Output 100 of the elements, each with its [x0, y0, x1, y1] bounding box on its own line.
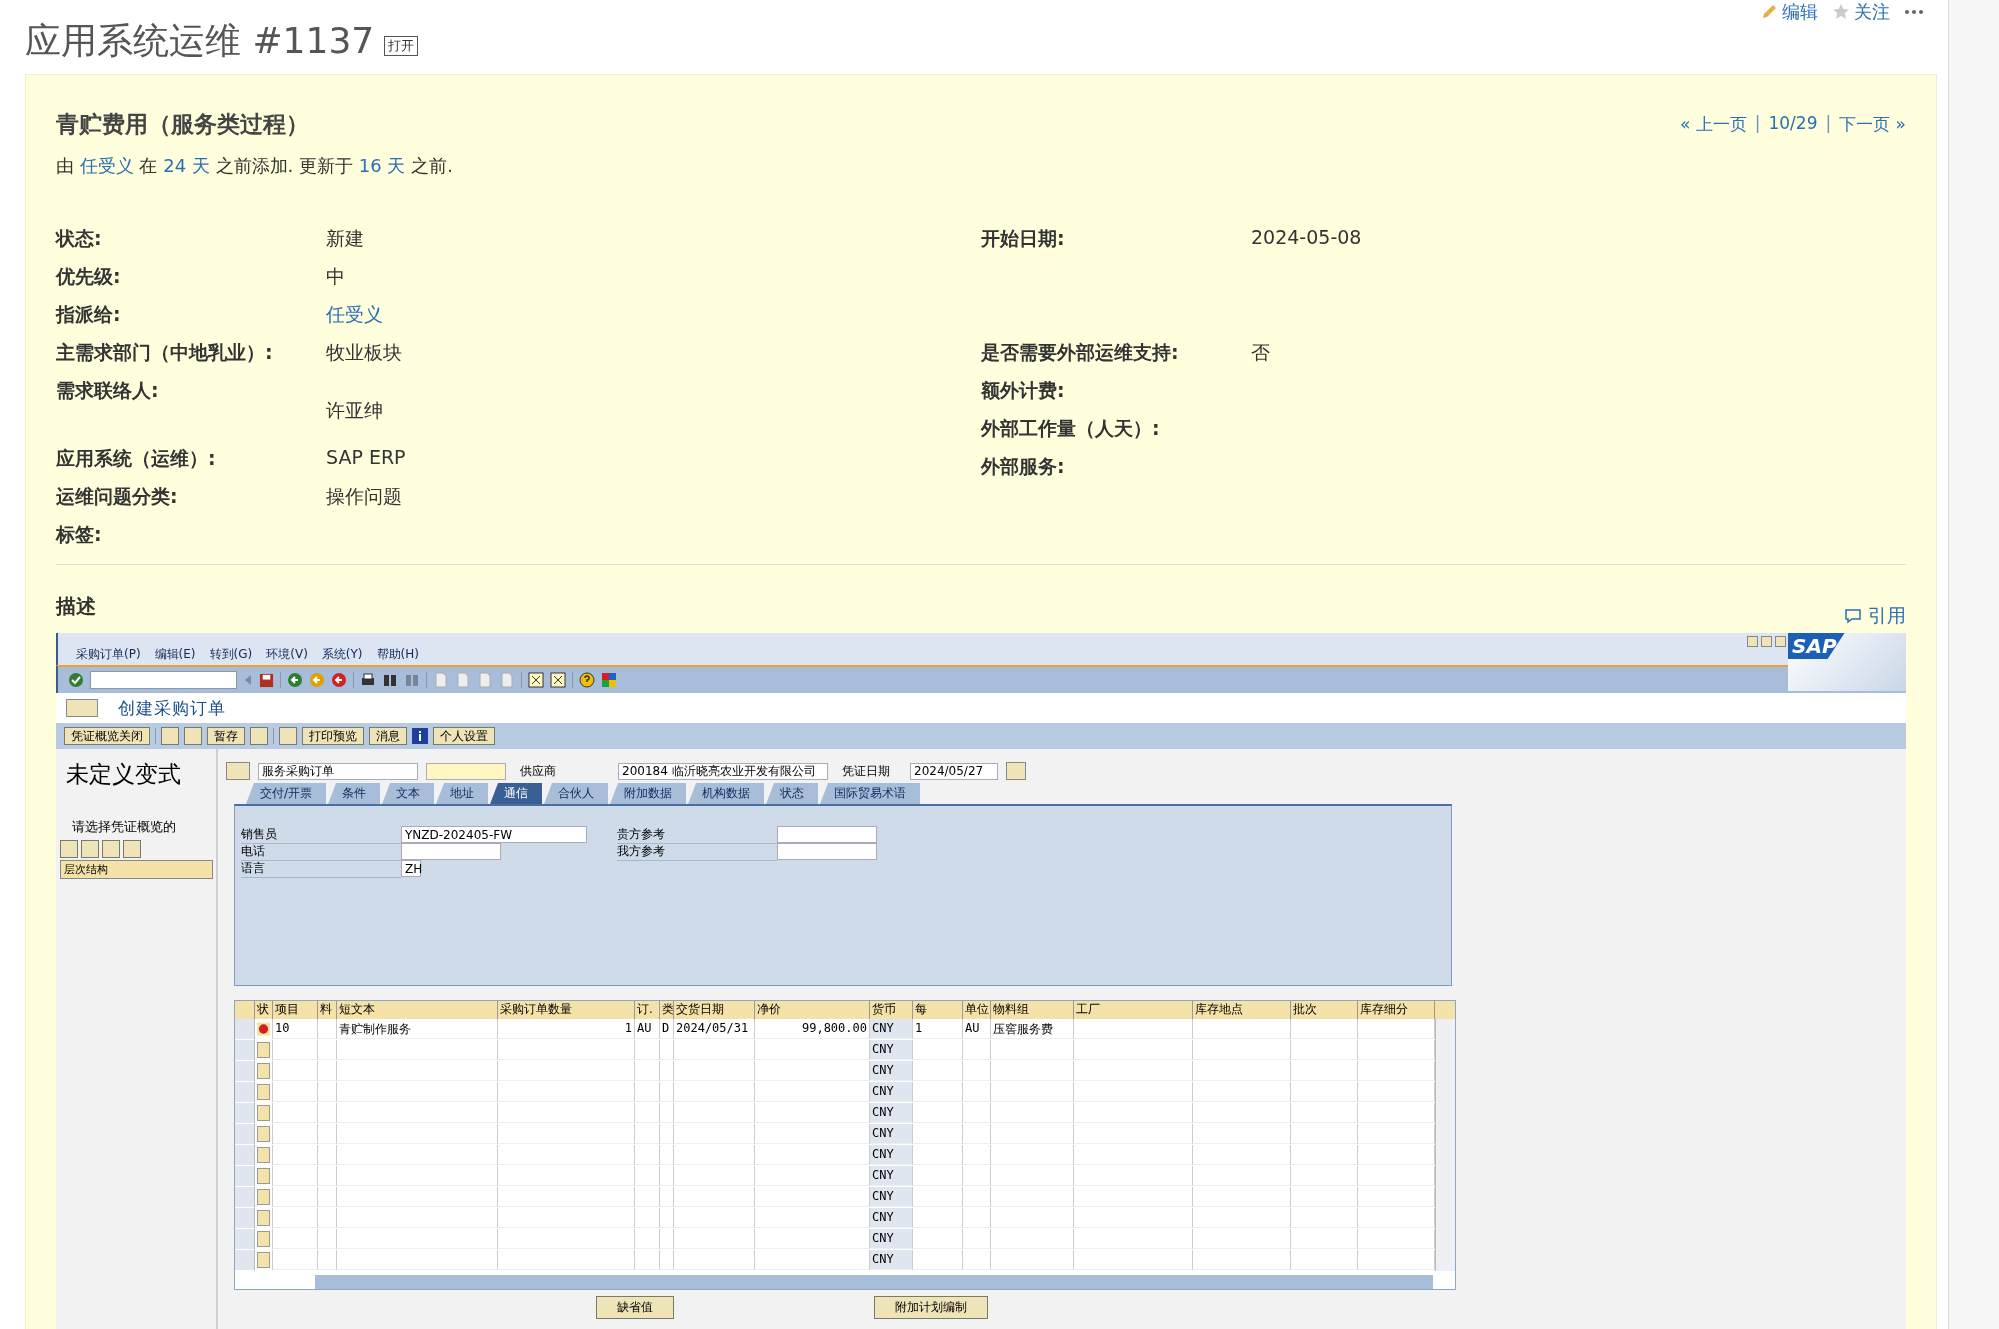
- more-icon[interactable]: [1904, 9, 1924, 15]
- cancel-icon[interactable]: [331, 672, 347, 688]
- pager-link[interactable]: « 上一页: [1679, 113, 1747, 136]
- author-link[interactable]: 任受义: [79, 155, 134, 176]
- author-link[interactable]: 24 天: [163, 155, 210, 176]
- menu-item[interactable]: 编辑(E): [154, 646, 196, 663]
- window-icon[interactable]: [528, 672, 544, 688]
- row-selector[interactable]: [235, 1208, 255, 1229]
- toolbar-button[interactable]: [226, 762, 250, 780]
- input-field[interactable]: YNZD-202405-FW: [401, 826, 587, 843]
- input-field[interactable]: ZH: [401, 860, 421, 877]
- tab[interactable]: 国际贸易术语: [820, 783, 921, 804]
- page-icon[interactable]: [433, 672, 449, 688]
- horizontal-scrollbar[interactable]: [315, 1275, 1433, 1289]
- row-selector[interactable]: [235, 1082, 255, 1103]
- tab[interactable]: 状态: [766, 783, 819, 804]
- info-icon[interactable]: [412, 728, 428, 744]
- page-icon[interactable]: [455, 672, 471, 688]
- column-header[interactable]: 库存细分: [1358, 1001, 1435, 1019]
- column-header[interactable]: 货币: [870, 1001, 913, 1019]
- toolbar-button[interactable]: 消息: [369, 727, 407, 745]
- menu-item[interactable]: 帮助(H): [376, 646, 419, 663]
- input-field[interactable]: [401, 843, 501, 860]
- row-selector[interactable]: [235, 1166, 255, 1187]
- doc-type-field[interactable]: 服务采购订单: [258, 762, 418, 780]
- help-icon[interactable]: [579, 672, 595, 688]
- toolbar-button[interactable]: [1006, 762, 1026, 780]
- column-header[interactable]: 状: [255, 1001, 273, 1019]
- date-field[interactable]: 2024/05/27: [910, 762, 998, 780]
- column-header[interactable]: 净价: [755, 1001, 870, 1019]
- menu-item[interactable]: 转到(G): [209, 646, 253, 663]
- page-icon[interactable]: [477, 672, 493, 688]
- input-field[interactable]: [426, 762, 506, 780]
- back-icon[interactable]: [287, 672, 303, 688]
- input-field[interactable]: [777, 843, 877, 860]
- window-button[interactable]: [1761, 636, 1772, 647]
- user-link[interactable]: 任受义: [326, 302, 383, 328]
- column-header[interactable]: 项目: [273, 1001, 318, 1019]
- column-header[interactable]: 料: [318, 1001, 337, 1019]
- save-icon[interactable]: [259, 672, 274, 688]
- toolbar-button[interactable]: [184, 727, 202, 745]
- vertical-scrollbar[interactable]: [1435, 1001, 1455, 1271]
- vendor-field[interactable]: 200184 临沂晓亮农业开发有限公司: [618, 762, 828, 780]
- row-selector[interactable]: [235, 1124, 255, 1145]
- column-header[interactable]: 工厂: [1074, 1001, 1193, 1019]
- column-header[interactable]: 单位: [963, 1001, 991, 1019]
- tab[interactable]: 通信: [490, 783, 543, 804]
- window-button[interactable]: [1775, 636, 1786, 647]
- toolbar-button[interactable]: 缺省值: [596, 1296, 674, 1319]
- printer-icon[interactable]: [360, 672, 376, 688]
- triangle-icon[interactable]: [243, 673, 253, 687]
- row-selector[interactable]: [235, 1019, 255, 1040]
- select-all-button[interactable]: [235, 1001, 255, 1019]
- toolbar-button[interactable]: [123, 840, 141, 858]
- quote-link[interactable]: 引用: [1844, 603, 1906, 629]
- toolbar-button[interactable]: 个人设置: [433, 727, 495, 745]
- window-button[interactable]: [1747, 636, 1758, 647]
- toolbar-button[interactable]: 打印预览: [302, 727, 364, 745]
- pager-link[interactable]: 下一页 »: [1839, 113, 1906, 136]
- toolbar-button[interactable]: 凭证概览关闭: [64, 727, 150, 745]
- tree-item[interactable]: 层次结构: [60, 860, 213, 879]
- watch-link[interactable]: 关注: [1832, 0, 1890, 24]
- row-selector[interactable]: [235, 1145, 255, 1166]
- toolbar-button[interactable]: [81, 840, 99, 858]
- tab[interactable]: 文本: [382, 783, 435, 804]
- author-link[interactable]: 16 天: [358, 155, 406, 176]
- pager-link[interactable]: 10/29: [1768, 113, 1818, 136]
- toolbar-button[interactable]: [60, 840, 78, 858]
- tab[interactable]: 条件: [328, 783, 381, 804]
- tab[interactable]: 机构数据: [688, 783, 765, 804]
- row-selector[interactable]: [235, 1103, 255, 1124]
- menu-item[interactable]: 系统(Y): [321, 646, 363, 663]
- column-header[interactable]: 短文本: [337, 1001, 498, 1019]
- row-selector[interactable]: [235, 1061, 255, 1082]
- row-selector[interactable]: [235, 1040, 255, 1061]
- row-selector[interactable]: [235, 1229, 255, 1250]
- row-selector[interactable]: [235, 1187, 255, 1208]
- toolbar-button[interactable]: [102, 840, 120, 858]
- column-header[interactable]: 订.: [635, 1001, 660, 1019]
- palette-icon[interactable]: [601, 672, 617, 688]
- column-header[interactable]: 交货日期: [674, 1001, 755, 1019]
- tab[interactable]: 合伙人: [544, 783, 609, 804]
- column-header[interactable]: 批次: [1291, 1001, 1358, 1019]
- row-selector[interactable]: [235, 1250, 255, 1271]
- tab[interactable]: 附加数据: [610, 783, 687, 804]
- edit-link[interactable]: 编辑: [1760, 0, 1818, 24]
- exit-icon[interactable]: [309, 672, 325, 688]
- check-icon[interactable]: [68, 672, 84, 688]
- toolbar-button[interactable]: [279, 727, 297, 745]
- column-header[interactable]: 物料组: [991, 1001, 1074, 1019]
- command-field[interactable]: [90, 671, 237, 689]
- column-header[interactable]: 类: [660, 1001, 674, 1019]
- toolbar-button[interactable]: 暂存: [207, 727, 245, 745]
- tab[interactable]: 交付/开票: [246, 783, 327, 804]
- menu-item[interactable]: 采购订单(P): [76, 646, 141, 663]
- tab[interactable]: 地址: [436, 783, 489, 804]
- column-header[interactable]: 采购订单数量: [498, 1001, 635, 1019]
- column-header[interactable]: 每: [913, 1001, 963, 1019]
- toolbar-button[interactable]: [161, 727, 179, 745]
- toolbar-button[interactable]: [250, 727, 268, 745]
